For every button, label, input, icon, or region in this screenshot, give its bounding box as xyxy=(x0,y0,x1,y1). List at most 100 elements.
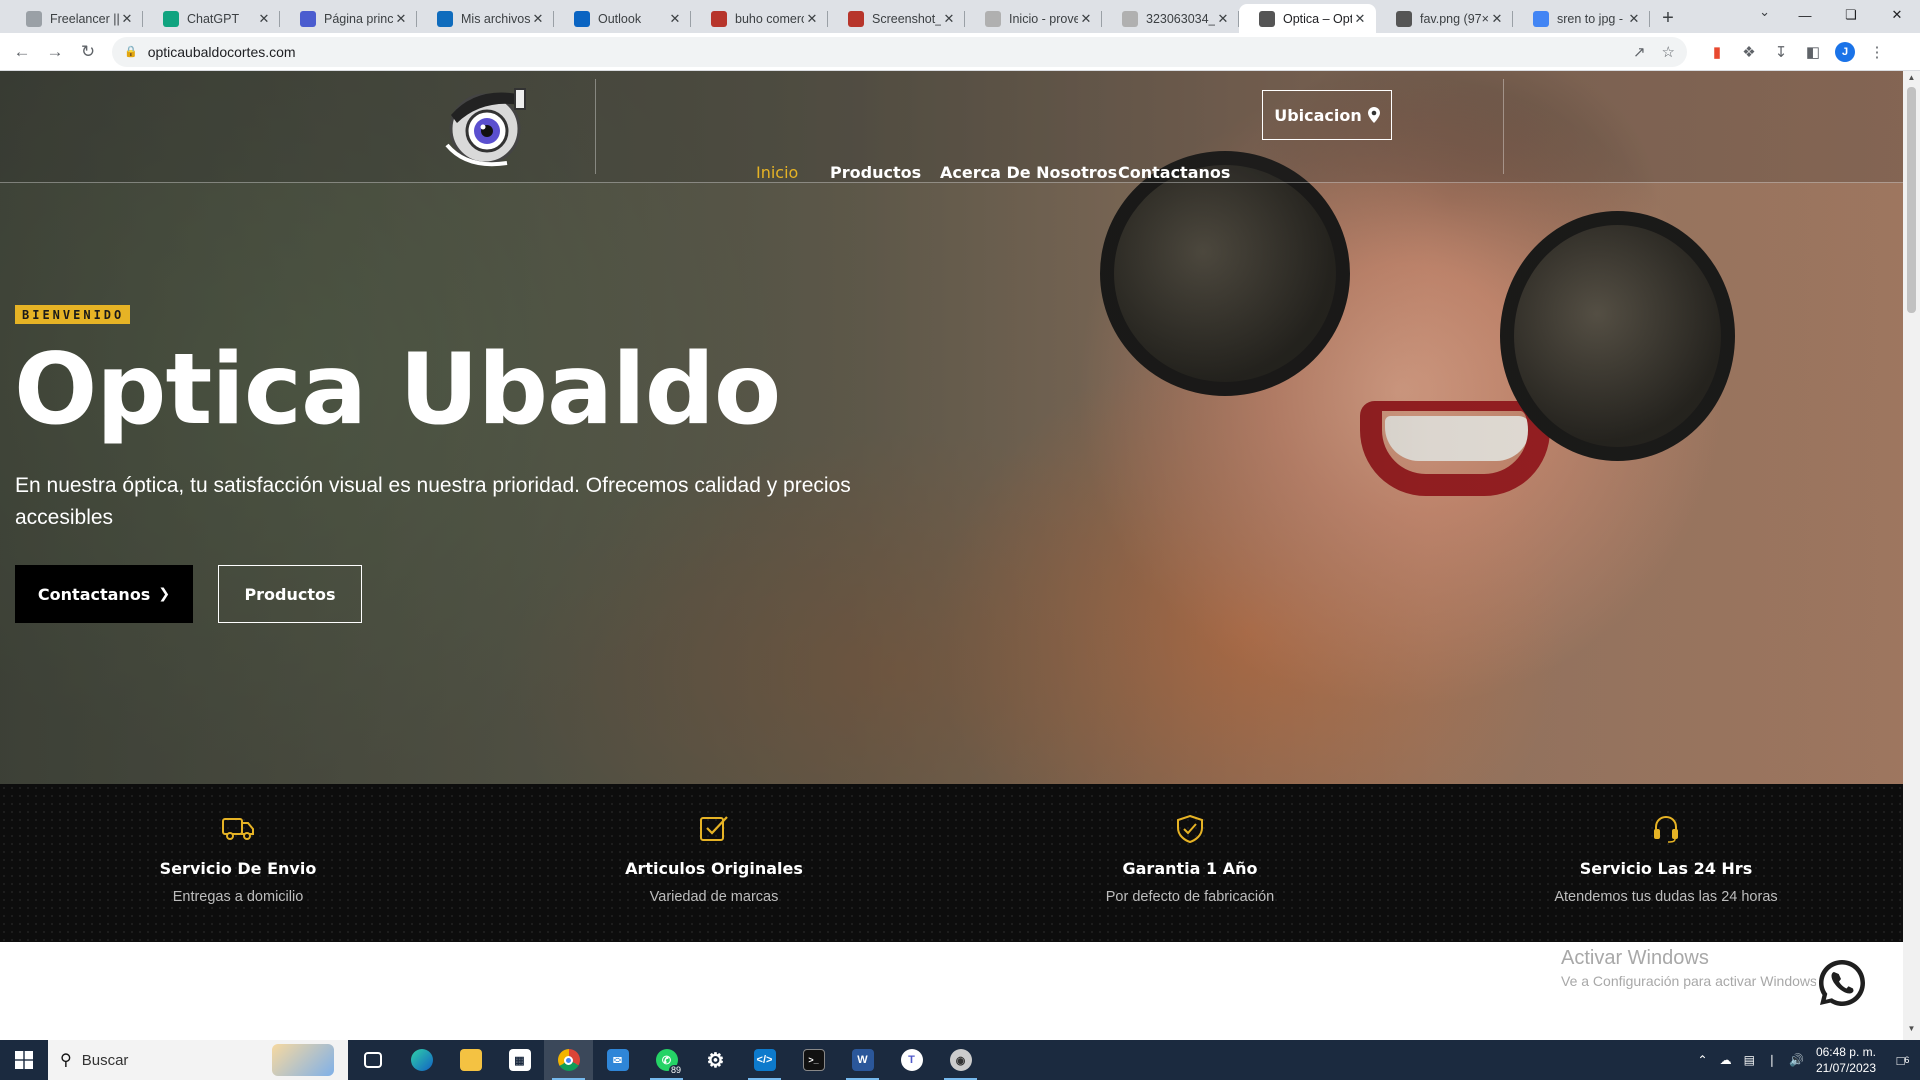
feature-title: Garantia 1 Año xyxy=(1122,859,1258,878)
restore-button[interactable]: ❏ xyxy=(1828,0,1874,30)
bookmark-star-icon[interactable]: ☆ xyxy=(1662,43,1675,61)
scroll-down-arrow-icon[interactable]: ▼ xyxy=(1903,1024,1920,1038)
feature-shipping: Servicio De Envio Entregas a domicilio xyxy=(0,784,476,942)
teams-icon[interactable]: T xyxy=(887,1040,936,1080)
microsoft-store-icon[interactable]: ▦ xyxy=(495,1040,544,1080)
browser-tab[interactable]: Página princip✕ xyxy=(280,4,417,33)
activate-windows-subtitle: Ve a Configuración para activar Windows. xyxy=(1561,973,1821,989)
browser-tab-title: Inicio - prove xyxy=(1009,11,1078,26)
feature-title: Servicio De Envio xyxy=(159,859,317,878)
buho-icon xyxy=(848,10,864,27)
menu-kebab-icon[interactable]: ⋮ xyxy=(1861,36,1893,68)
extension-red-icon[interactable]: ▮ xyxy=(1701,36,1733,68)
ubicacion-button[interactable]: Ubicacion xyxy=(1262,90,1392,140)
system-clock[interactable]: 06:48 p. m. 21/07/2023 xyxy=(1816,1044,1876,1076)
browser-toolbar: ← → ↻ 🔒 opticaubaldocortes.com ↗ ☆ ▮ ❖ ↧… xyxy=(0,33,1920,71)
close-tab-icon[interactable]: ✕ xyxy=(941,11,957,27)
minimize-button[interactable]: — xyxy=(1782,0,1828,30)
browser-tab[interactable]: ChatGPT ✕ xyxy=(143,4,280,33)
scrollbar-thumb[interactable] xyxy=(1907,87,1916,313)
back-icon[interactable]: ← xyxy=(6,36,38,68)
close-tab-icon[interactable]: ✕ xyxy=(667,11,683,27)
close-tab-icon[interactable]: ✕ xyxy=(1078,11,1094,27)
whatsapp-float-button[interactable] xyxy=(1814,955,1870,1011)
side-panel-icon[interactable]: ◧ xyxy=(1797,36,1829,68)
optica-app-icon[interactable]: ◉ xyxy=(936,1040,985,1080)
hero-subtitle: En nuestra óptica, tu satisfacción visua… xyxy=(15,474,851,529)
browser-tab[interactable]: buho comerci ✕ xyxy=(691,4,828,33)
feature-warranty: Garantia 1 Año Por defecto de fabricació… xyxy=(952,784,1428,942)
nav-item-inicio[interactable]: Inicio xyxy=(756,163,798,182)
vscode-icon[interactable]: </> xyxy=(740,1040,789,1080)
file-explorer-icon[interactable] xyxy=(446,1040,495,1080)
browser-tab[interactable]: Mis archivos -✕ xyxy=(417,4,554,33)
word-icon[interactable]: W xyxy=(838,1040,887,1080)
browser-tab[interactable]: Inicio - prove ✕ xyxy=(965,4,1102,33)
share-icon[interactable]: ↗ xyxy=(1633,43,1646,61)
browser-tab[interactable]: Freelancer || T✕ xyxy=(6,4,143,33)
feature-original: Articulos Originales Variedad de marcas xyxy=(476,784,952,942)
address-bar[interactable]: 🔒 opticaubaldocortes.com ↗ ☆ xyxy=(112,36,1687,67)
browser-tab[interactable]: 323063034_2 ✕ xyxy=(1102,4,1239,33)
taskbar-search-input[interactable]: ⚲ Buscar xyxy=(48,1040,348,1080)
terminal-icon[interactable]: >_ xyxy=(789,1040,838,1080)
task-view-icon[interactable] xyxy=(348,1040,397,1080)
taskbar-search-placeholder: Buscar xyxy=(81,1051,129,1069)
chrome-icon[interactable] xyxy=(544,1040,593,1080)
browser-tab[interactable]: Outlook ✕ xyxy=(554,4,691,33)
edge-icon[interactable] xyxy=(397,1040,446,1080)
contactanos-button-label: Contactanos xyxy=(37,584,151,604)
tab-search-icon[interactable]: ⌄ xyxy=(1759,4,1770,20)
browser-tab-title: sren to jpg - G xyxy=(1557,11,1626,26)
settings-gear-icon[interactable]: ⚙ xyxy=(691,1040,740,1080)
page-scrollbar[interactable]: ▲ ▼ xyxy=(1903,71,1920,1040)
browser-tab[interactable]: sren to jpg - G✕ xyxy=(1513,4,1650,33)
close-tab-icon[interactable]: ✕ xyxy=(804,11,820,27)
shield-check-icon xyxy=(1177,814,1203,844)
scroll-up-arrow-icon[interactable]: ▲ xyxy=(1903,73,1920,87)
windows-start-button[interactable] xyxy=(0,1040,48,1080)
optica-logo[interactable] xyxy=(437,85,529,169)
optica-icon xyxy=(1396,10,1412,27)
nav-item-acerca[interactable]: Acerca De Nosotros xyxy=(940,163,1117,182)
close-tab-icon[interactable]: ✕ xyxy=(256,11,272,27)
notifications-icon[interactable]: □ 6 xyxy=(1886,1040,1920,1080)
new-tab-button[interactable]: + xyxy=(1650,4,1686,33)
volume-icon[interactable]: 🔊 xyxy=(1789,1053,1804,1067)
contactanos-button[interactable]: Contactanos ❯ xyxy=(15,565,193,623)
welcome-badge: BIENVENIDO xyxy=(15,305,131,324)
close-tab-icon[interactable]: ✕ xyxy=(119,11,135,27)
browser-tab[interactable]: fav.png (97×9 ✕ xyxy=(1376,4,1513,33)
reload-icon[interactable]: ↻ xyxy=(72,36,104,68)
lock-icon[interactable]: 🔒 xyxy=(124,45,138,58)
nav-item-contactanos[interactable]: Contactanos xyxy=(1118,163,1230,182)
forward-icon[interactable]: → xyxy=(39,36,71,68)
nav-item-productos[interactable]: Productos xyxy=(830,163,921,182)
windows-taskbar: ⚲ Buscar ▦ ✉ ✆ 89 ⚙ </> >_ W T ◉ ⌃ ☁ ▤ ❘ … xyxy=(0,1040,1920,1080)
mail-icon[interactable]: ✉ xyxy=(593,1040,642,1080)
close-tab-icon[interactable]: ✕ xyxy=(530,11,546,27)
close-tab-icon[interactable]: ✕ xyxy=(1215,11,1231,27)
network-icon[interactable]: ▤ xyxy=(1744,1053,1755,1067)
close-tab-icon[interactable]: ✕ xyxy=(1352,11,1368,27)
browser-tab[interactable]: Screenshot_1✕ xyxy=(828,4,965,33)
close-window-button[interactable]: ✕ xyxy=(1874,0,1920,30)
search-highlight-image xyxy=(272,1044,334,1076)
extensions-puzzle-icon[interactable]: ❖ xyxy=(1733,36,1765,68)
header-divider xyxy=(595,79,596,174)
profile-avatar[interactable]: J xyxy=(1829,36,1861,68)
whatsapp-taskbar-icon[interactable]: ✆ 89 xyxy=(642,1040,691,1080)
close-tab-icon[interactable]: ✕ xyxy=(393,11,409,27)
browser-tab-title: Optica – Opti xyxy=(1283,11,1352,26)
productos-button[interactable]: Productos xyxy=(218,565,362,623)
close-tab-icon[interactable]: ✕ xyxy=(1626,11,1642,27)
feature-subtitle: Entregas a domicilio xyxy=(172,889,304,905)
checkbox-icon xyxy=(700,816,728,841)
browser-tab[interactable]: Optica – Opti ✕ xyxy=(1239,4,1376,33)
feature-title: Articulos Originales xyxy=(625,859,803,878)
downloads-icon[interactable]: ↧ xyxy=(1765,36,1797,68)
chevron-up-icon[interactable]: ⌃ xyxy=(1698,1053,1708,1067)
close-tab-icon[interactable]: ✕ xyxy=(1489,11,1505,27)
wifi-icon[interactable]: ❘ xyxy=(1767,1053,1777,1067)
onedrive-cloud-icon[interactable]: ☁ xyxy=(1720,1053,1732,1067)
